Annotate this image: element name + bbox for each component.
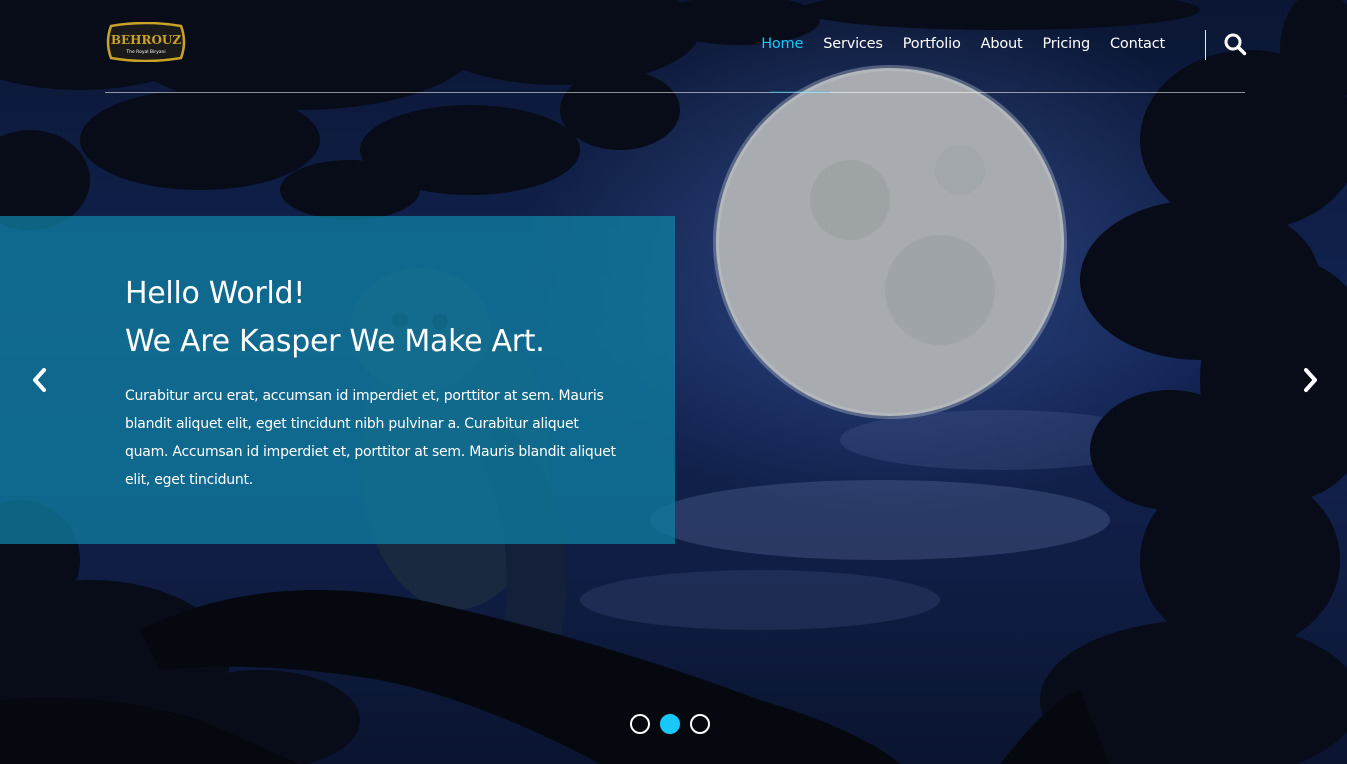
slider-bullet-2[interactable] bbox=[660, 714, 680, 734]
nav-item-portfolio[interactable]: Portfolio bbox=[903, 30, 961, 58]
prev-slide-button[interactable] bbox=[28, 366, 52, 394]
hero-title-line1: Hello World! bbox=[125, 276, 305, 311]
slider-bullets bbox=[630, 714, 710, 734]
site-header: BEHROUZ The Royal Biryani Home Services … bbox=[105, 0, 1247, 93]
chevron-right-icon bbox=[1304, 368, 1317, 392]
search-icon bbox=[1224, 33, 1247, 56]
nav-item-pricing[interactable]: Pricing bbox=[1043, 30, 1091, 58]
nav-item-about[interactable]: About bbox=[981, 30, 1023, 58]
hero-description: Curabitur arcu erat, accumsan id imperdi… bbox=[125, 388, 616, 488]
hero-content-box bbox=[0, 216, 675, 544]
nav-active-indicator bbox=[770, 91, 830, 93]
slider-bullet-3[interactable] bbox=[690, 714, 710, 734]
logo-text: BEHROUZ bbox=[111, 33, 182, 47]
logo-tagline: The Royal Biryani bbox=[125, 49, 165, 55]
header-divider bbox=[1205, 30, 1206, 60]
nav-item-services[interactable]: Services bbox=[823, 30, 883, 58]
brand-logo[interactable]: BEHROUZ The Royal Biryani bbox=[105, 22, 187, 62]
chevron-left-icon bbox=[33, 368, 46, 392]
hero-title: Hello World! We Are Kasper We Make Art. bbox=[125, 270, 545, 366]
search-button[interactable] bbox=[1223, 32, 1247, 56]
next-slide-button[interactable] bbox=[1298, 366, 1322, 394]
slider-bullet-1[interactable] bbox=[630, 714, 650, 734]
main-nav: Home Services Portfolio About Pricing Co… bbox=[761, 30, 1165, 58]
cloud bbox=[650, 480, 1110, 560]
cloud bbox=[580, 570, 940, 630]
nav-item-home[interactable]: Home bbox=[761, 30, 803, 58]
hero-title-line2: We Are Kasper We Make Art. bbox=[125, 324, 545, 359]
nav-item-contact[interactable]: Contact bbox=[1110, 30, 1165, 58]
